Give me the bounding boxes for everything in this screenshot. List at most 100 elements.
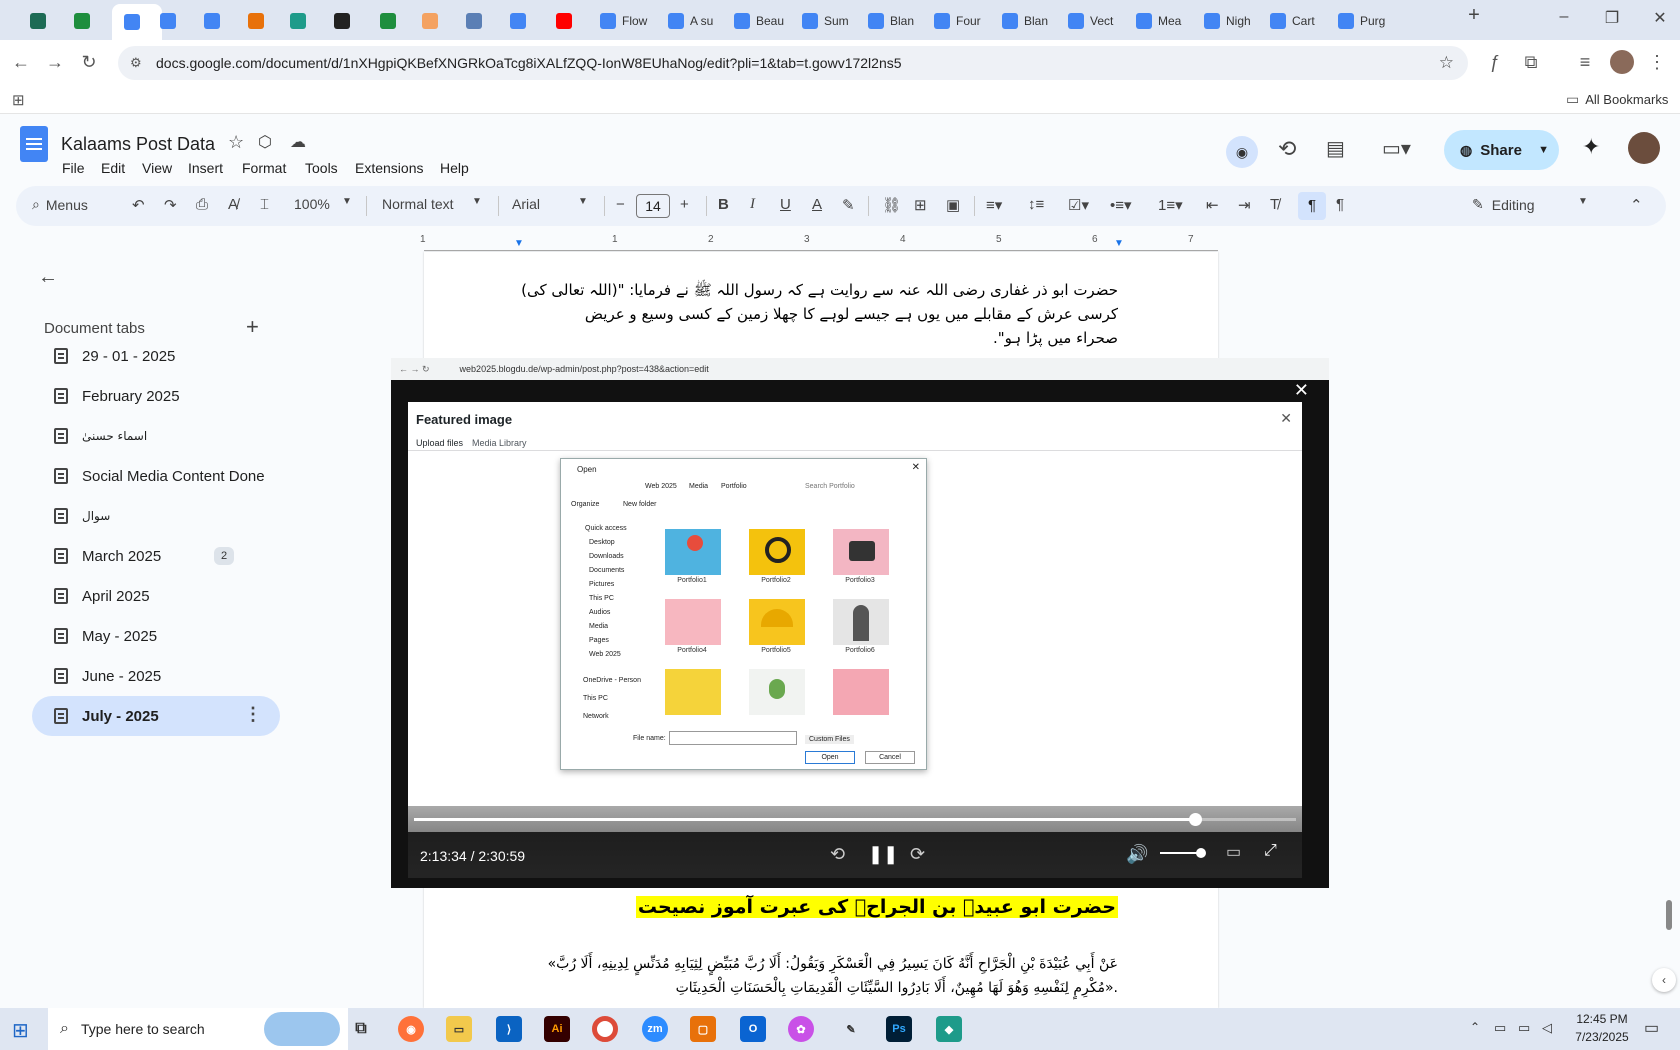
zoom-select[interactable]: 100% [294,196,330,212]
editing-dropdown-icon[interactable]: ▼ [1578,196,1588,207]
bookmark-star-icon[interactable]: ☆ [1439,53,1454,73]
browser-tab[interactable] [372,6,408,36]
browser-tab[interactable]: Sum [794,6,856,36]
rewind-icon[interactable]: ⟲ [830,844,845,865]
cloud-status-icon[interactable]: ☁ [290,132,306,152]
bulleted-list-icon[interactable]: •≡▾ [1110,196,1132,214]
share-button[interactable]: ◍ Share ▼ [1444,130,1559,170]
link-icon[interactable]: ⛓ [882,196,901,214]
ltr-icon[interactable]: ¶ [1336,196,1344,213]
increase-font-icon[interactable]: + [680,196,689,213]
browser-tab[interactable]: Four [926,6,988,36]
forward-icon[interactable]: ⟳ [910,844,925,865]
clock-time[interactable]: 12:45 PM [1568,1012,1636,1026]
highlight-icon[interactable]: ✎ [842,196,855,214]
browser-tab[interactable] [196,6,232,36]
italic-icon[interactable]: I [750,196,755,213]
pause-icon[interactable]: ❚❚ [868,844,898,865]
decrease-font-icon[interactable]: − [616,196,625,213]
tray-network-icon[interactable]: ▭ [1494,1020,1506,1036]
line-spacing-icon[interactable]: ↕≡ [1028,196,1044,213]
photoshop-icon[interactable]: Ps [886,1016,912,1042]
menu-file[interactable]: File [62,160,85,176]
user-avatar[interactable] [1628,132,1660,164]
extensions-icon[interactable]: ⧉ [1520,52,1542,73]
left-indent-marker[interactable]: ▼ [514,238,524,249]
minimize-icon[interactable]: – [1544,8,1584,26]
browser-tab[interactable] [22,6,58,36]
chrome-icon[interactable] [592,1016,618,1042]
sidebar-tab[interactable]: 29 - 01 - 2025 [32,336,280,376]
star-icon[interactable]: ☆ [228,132,244,153]
browser-tab[interactable]: Beau [726,6,788,36]
move-icon[interactable]: ⬡ [258,132,272,152]
align-icon[interactable]: ≡▾ [986,196,1002,214]
browser-tab[interactable]: Purg [1330,6,1392,36]
text-color-icon[interactable]: A [812,196,822,213]
url-field[interactable]: ⚙ docs.google.com/document/d/1nXHgpiQKBe… [118,46,1468,80]
back-arrow-icon[interactable]: ← [38,266,58,289]
windows-start-icon[interactable]: ⊞ [12,1018,29,1043]
rtl-icon[interactable]: ¶ [1298,192,1326,220]
restore-icon[interactable]: ❐ [1592,8,1632,28]
side-panel-toggle-icon[interactable]: ‹ [1652,968,1676,992]
spellcheck-icon[interactable]: A̸ [228,196,238,213]
undo-icon[interactable]: ↶ [132,196,145,214]
browser-tab[interactable]: Nigh [1196,6,1258,36]
browser-tab[interactable]: Mea [1128,6,1190,36]
site-info-icon[interactable]: ⚙ [130,55,142,71]
photos-icon[interactable]: ✿ [788,1016,814,1042]
browser-tab[interactable]: Blan [860,6,922,36]
reload-icon[interactable]: ↻ [78,52,100,73]
redo-icon[interactable]: ↷ [164,196,177,214]
decrease-indent-icon[interactable]: ⇤ [1206,196,1219,214]
browser-tab[interactable] [458,6,494,36]
increase-indent-icon[interactable]: ⇥ [1238,196,1251,214]
browser-tab[interactable] [66,6,102,36]
sidebar-tab-active[interactable]: July - 2025 ⋮ [32,696,280,736]
clear-formatting-icon[interactable]: T̸ [1270,196,1279,213]
browser-tab[interactable] [548,6,584,36]
insert-image-icon[interactable]: ▣ [946,196,960,214]
font-extension-icon[interactable]: ƒ [1484,52,1506,73]
style-dropdown-icon[interactable]: ▼ [472,196,482,207]
volume-icon[interactable]: 🔊 [1126,844,1148,865]
browser-tab[interactable] [326,6,362,36]
gemini-icon[interactable]: ✦ [1582,134,1600,160]
menu-insert[interactable]: Insert [188,160,223,176]
font-select[interactable]: Arial [512,196,540,212]
clock-date[interactable]: 7/23/2025 [1568,1030,1636,1044]
scrollbar-thumb[interactable] [1666,900,1672,930]
bold-icon[interactable]: B [718,196,729,213]
chrome-menu-icon[interactable]: ⋮ [1646,52,1668,73]
browser-tab[interactable]: Cart [1262,6,1324,36]
print-icon[interactable]: ⎙ [196,196,208,213]
tray-overflow-icon[interactable]: ⌃ [1470,1020,1480,1034]
collapse-menus-icon[interactable]: ⌃ [1630,196,1643,214]
back-icon[interactable]: ← [10,52,32,73]
share-dropdown-icon[interactable]: ▼ [1538,144,1549,156]
comments-icon[interactable]: ▤ [1326,136,1345,161]
sidebar-tab[interactable]: May - 2025 [32,616,280,656]
menu-tools[interactable]: Tools [305,160,338,176]
menu-edit[interactable]: Edit [101,160,125,176]
tray-display-icon[interactable]: ▭ [1518,1020,1530,1036]
file-explorer-icon[interactable]: ▭ [446,1016,472,1042]
vscode-icon[interactable]: ⟩ [496,1016,522,1042]
zoom-dropdown-icon[interactable]: ▼ [342,196,352,207]
sidebar-tab[interactable]: Social Media Content Done [32,456,280,496]
menu-format[interactable]: Format [242,160,286,176]
browser-tab[interactable] [282,6,318,36]
captions-icon[interactable]: ▭ [1226,842,1241,862]
tab-options-icon[interactable]: ⋮ [244,704,262,725]
sidebar-tab[interactable]: February 2025 [32,376,280,416]
meet-icon[interactable]: ▭▾ [1382,136,1411,161]
sidebar-tab[interactable]: June - 2025 [32,656,280,696]
underline-icon[interactable]: U [780,196,791,213]
close-video-icon[interactable]: ✕ [1294,380,1309,401]
font-dropdown-icon[interactable]: ▼ [578,196,588,207]
forward-icon[interactable]: → [44,52,66,73]
media-controls-icon[interactable]: ≡ [1574,52,1596,73]
version-history-icon[interactable]: ⟲ [1278,136,1296,162]
numbered-list-icon[interactable]: 1≡▾ [1158,196,1183,214]
